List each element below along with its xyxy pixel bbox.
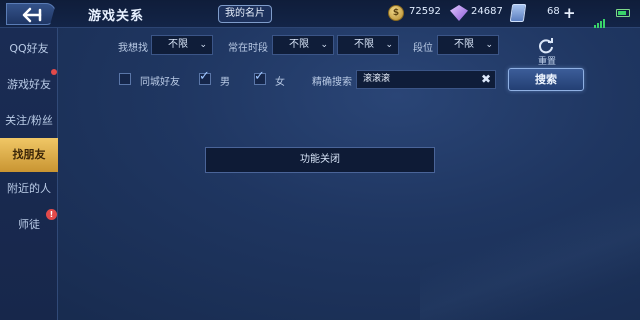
back-arrow-icon [22,7,42,23]
exact-search-input[interactable]: 滚滚滚 [356,70,496,89]
background-decoration [420,180,640,320]
clear-icon[interactable]: ✖ [481,72,491,86]
sidebar-item-game-friends[interactable]: 游戏好友 [0,68,58,102]
coin-icon: $ [388,5,404,21]
checkmark-icon: ✓ [254,69,265,84]
sidebar-item-follow-fans[interactable]: 关注/粉丝 [0,104,58,138]
ticket-icon [509,4,527,22]
online-time-start-value: 不限 [289,39,309,50]
chevron-down-icon: ⌄ [485,40,493,50]
feature-disabled-notice: 功能关闭 [205,147,435,173]
coin-count: 72592 [409,6,441,17]
diamond-icon [450,5,468,21]
rank-value: 不限 [454,39,474,50]
mentor-alert-badge: ! [46,209,57,220]
rank-label: 段位 [413,43,433,54]
want-find-value: 不限 [168,39,188,50]
male-label: 男 [220,77,230,88]
rank-dropdown[interactable]: 不限 ⌄ [437,35,499,55]
chevron-down-icon: ⌄ [320,40,328,50]
sidebar-item-qq-friends[interactable]: QQ好友 [0,32,58,66]
chevron-down-icon: ⌄ [385,40,393,50]
want-find-label: 我想找 [118,43,148,54]
diamond-count: 24687 [471,6,503,17]
reset-label[interactable]: 重置 [538,54,556,67]
exact-search-label: 精确搜索 [312,77,352,88]
page-title: 游戏关系 [88,9,145,24]
sidebar: QQ好友 游戏好友 关注/粉丝 找朋友 附近的人 师徒 ! [0,28,58,320]
my-card-button[interactable]: 我的名片 [218,5,272,23]
online-time-end-value: 不限 [354,39,374,50]
online-time-start-dropdown[interactable]: 不限 ⌄ [272,35,334,55]
checkmark-icon: ✓ [199,69,210,84]
want-find-dropdown[interactable]: 不限 ⌄ [151,35,213,55]
search-button[interactable]: 搜索 [508,68,584,91]
battery-icon [616,9,630,17]
signal-icon [594,9,606,28]
notification-dot [51,69,57,75]
ticket-count: 68 [547,6,560,17]
female-label: 女 [275,77,285,88]
back-button[interactable] [6,3,56,25]
online-time-end-dropdown[interactable]: 不限 ⌄ [337,35,399,55]
top-bar: 游戏关系 我的名片 $ 72592 24687 68 + [0,0,640,28]
reset-icon[interactable] [537,37,555,55]
same-city-checkbox[interactable] [119,73,131,85]
add-currency-plus-icon[interactable]: + [563,4,576,22]
chevron-down-icon: ⌄ [199,40,207,50]
sidebar-item-find-friends[interactable]: 找朋友 [0,138,58,172]
same-city-label: 同城好友 [140,77,180,88]
online-time-label: 常在时段 [228,43,268,54]
sidebar-item-nearby[interactable]: 附近的人 [0,172,58,206]
